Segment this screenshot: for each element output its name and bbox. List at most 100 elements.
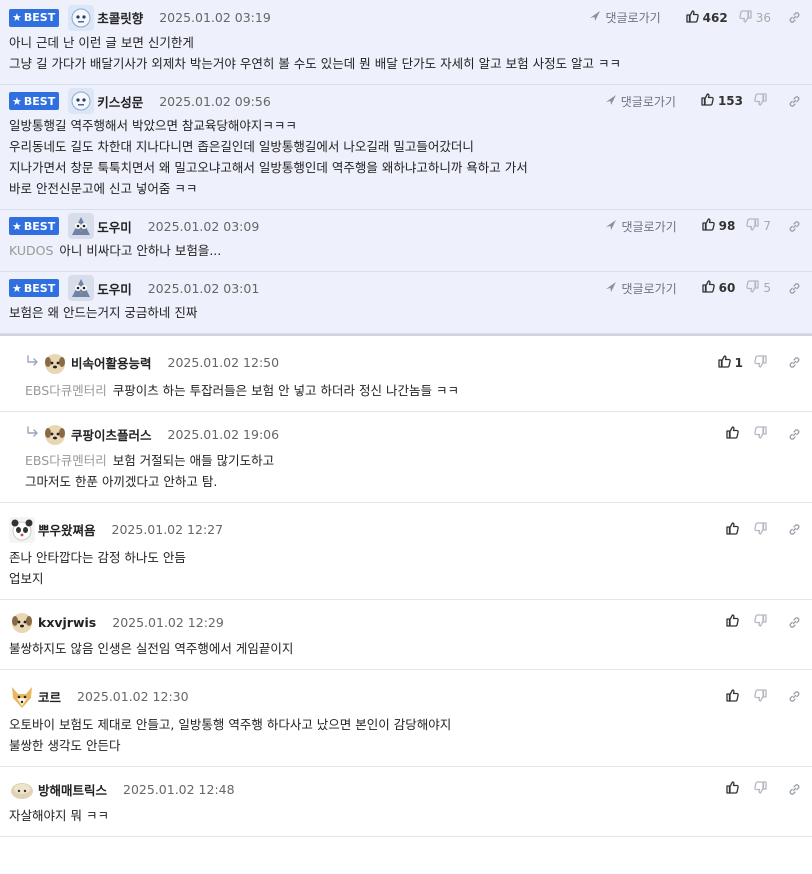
upvote-button[interactable] [725, 780, 743, 798]
downvote-button[interactable]: 5 [745, 279, 771, 297]
downvote-button[interactable] [753, 780, 771, 798]
source-tag[interactable]: EBS다큐멘터리 [25, 383, 107, 398]
avatar[interactable] [9, 609, 35, 635]
username[interactable]: 코르 [38, 687, 61, 706]
upvote-button[interactable] [725, 521, 743, 539]
link-icon[interactable] [787, 281, 802, 296]
upvote-button[interactable]: 60 [701, 279, 735, 297]
link-icon[interactable] [787, 615, 802, 630]
avatar[interactable] [9, 776, 35, 802]
comment-body: 존나 안타깝다는 감정 하나도 안듬업보지 [0, 547, 812, 599]
source-tag[interactable]: KUDOS [9, 243, 53, 258]
username[interactable]: 도우미 [97, 217, 132, 236]
star-icon: ★ [12, 281, 22, 295]
comment-header: 방해매트릭스 2025.01.02 12:48 [0, 767, 812, 805]
reply-comment: 비속어활용능력 2025.01.02 12:50 1 EBS다큐멘터리 쿠팡이츠 하는… [0, 334, 812, 412]
downvote-button[interactable] [753, 521, 771, 539]
upvote-count: 98 [718, 219, 736, 233]
source-tag[interactable]: EBS다큐멘터리 [25, 453, 107, 468]
upvote-button[interactable]: 462 [685, 9, 728, 27]
downvote-button[interactable] [753, 425, 771, 443]
comment-text: 오토바이 보험도 제대로 안들고, 일방통행 역주행 하다사고 났으면 본인이 … [9, 717, 452, 732]
comment: 방해매트릭스 2025.01.02 12:48 자살해야지 뭐 ㅋㅋ [0, 767, 812, 837]
comment-line: 그냥 길 가다가 배달기사가 외제차 박는거야 우연히 볼 수도 있는데 뭔 배… [9, 53, 803, 74]
comment-body: 자살해야지 뭐 ㅋㅋ [0, 805, 812, 836]
comment-line: 존나 안타깝다는 감정 하나도 안듬 [9, 547, 803, 568]
go-to-reply-link[interactable]: 댓글로가기 [605, 218, 677, 235]
upvote-button[interactable]: 1 [717, 354, 743, 372]
upvote-button[interactable] [725, 613, 743, 631]
avatar[interactable] [68, 213, 95, 239]
thumbs-down-icon [753, 425, 771, 443]
comment-line: EBS다큐멘터리 보험 거절되는 애들 많기도하고 [25, 450, 803, 471]
thumbs-down-icon [753, 92, 771, 110]
thumbs-down-icon [745, 279, 763, 297]
reply-link-label: 댓글로가기 [621, 219, 677, 234]
avatar[interactable] [68, 4, 95, 31]
best-badge: ★ BEST [9, 279, 60, 297]
username[interactable]: 쿠팡이츠플러스 [71, 425, 152, 444]
avatar[interactable] [68, 275, 95, 301]
username[interactable]: 방해매트릭스 [38, 780, 107, 799]
comment-date: 2025.01.02 12:30 [77, 689, 189, 704]
upvote-button[interactable] [725, 688, 743, 706]
comment: kxvjrwis 2025.01.02 12:29 불쌍하지도 않음 인생은 실전임… [0, 600, 812, 670]
avatar[interactable] [42, 350, 68, 376]
reply-link-label: 댓글로가기 [621, 281, 677, 296]
upvote-button[interactable]: 153 [700, 92, 743, 110]
best-comment: ★ BEST 초콜릿향 2025.01.02 03:19 댓글로가기 462 36 아니 근데… [0, 0, 812, 85]
go-to-reply-link[interactable]: 댓글로가기 [605, 93, 676, 110]
send-arrow-icon [589, 10, 601, 25]
comment-actions [715, 425, 802, 443]
best-comment: ★ BEST 도우미 2025.01.02 03:09 댓글로가기 98 7 KUDOS 아니… [0, 210, 812, 272]
avatar[interactable] [9, 516, 35, 543]
link-icon[interactable] [787, 219, 802, 234]
avatar[interactable] [42, 421, 68, 447]
downvote-button[interactable]: 36 [738, 9, 771, 27]
username[interactable]: kxvjrwis [38, 615, 96, 630]
upvote-button[interactable]: 98 [701, 217, 736, 235]
comment-actions: 1 [707, 354, 802, 372]
thumbs-up-icon [725, 780, 743, 798]
go-to-reply-link[interactable]: 댓글로가기 [605, 280, 677, 297]
downvote-button[interactable] [753, 92, 771, 110]
go-to-reply-link[interactable]: 댓글로가기 [589, 9, 661, 26]
downvote-button[interactable] [753, 688, 771, 706]
username[interactable]: 뿌우왔쪄욤 [38, 520, 96, 539]
comment-actions [715, 521, 802, 539]
comment-date: 2025.01.02 12:29 [112, 614, 224, 630]
comment-text: 업보지 [9, 571, 44, 586]
link-icon[interactable] [787, 94, 802, 109]
downvote-button[interactable]: 7 [745, 217, 771, 235]
downvote-button[interactable] [753, 354, 771, 372]
comment-line: KUDOS 아니 비싸다고 안하나 보험을... [9, 240, 803, 261]
thumbs-up-icon [701, 217, 719, 235]
link-icon[interactable] [787, 522, 802, 537]
comment-date: 2025.01.02 12:48 [123, 781, 235, 797]
username[interactable]: 키스성문 [97, 92, 143, 111]
comment-line: 불쌍하지도 않음 인생은 실전임 역주행에서 게임끝이지 [9, 638, 803, 659]
avatar[interactable] [68, 88, 95, 114]
link-icon[interactable] [787, 10, 802, 25]
username[interactable]: 비속어활용능력 [71, 353, 152, 372]
downvote-button[interactable] [753, 613, 771, 631]
link-icon[interactable] [787, 427, 802, 442]
comment-body: EBS다큐멘터리 보험 거절되는 애들 많기도하고 그마저도 한푼 아끼겠다고 안… [18, 450, 812, 502]
upvote-button[interactable] [725, 425, 743, 443]
comment-header: ★ BEST 초콜릿향 2025.01.02 03:19 댓글로가기 462 36 [0, 0, 812, 32]
thumbs-up-icon [725, 521, 743, 539]
thumbs-down-icon [745, 217, 763, 235]
comment-body: 일방통행길 역주행해서 박았으면 참교육당해야지ㅋㅋㅋ 우리동네도 길도 차한대 … [0, 115, 812, 209]
comment-body: 불쌍하지도 않음 인생은 실전임 역주행에서 게임끝이지 [0, 638, 812, 669]
best-label: BEST [23, 94, 56, 108]
username[interactable]: 도우미 [97, 279, 132, 298]
comment-header: ★ BEST 도우미 2025.01.02 03:09 댓글로가기 98 7 [0, 210, 812, 240]
avatar[interactable] [9, 684, 35, 710]
comment-list: ★ BEST 초콜릿향 2025.01.02 03:19 댓글로가기 462 36 아니 근데… [0, 0, 812, 837]
username[interactable]: 초콜릿향 [97, 8, 143, 27]
link-icon[interactable] [787, 782, 802, 797]
comment-line: 일방통행길 역주행해서 박았으면 참교육당해야지ㅋㅋㅋ [9, 115, 803, 136]
link-icon[interactable] [787, 689, 802, 704]
link-icon[interactable] [787, 355, 802, 370]
thumbs-down-icon [753, 521, 771, 539]
